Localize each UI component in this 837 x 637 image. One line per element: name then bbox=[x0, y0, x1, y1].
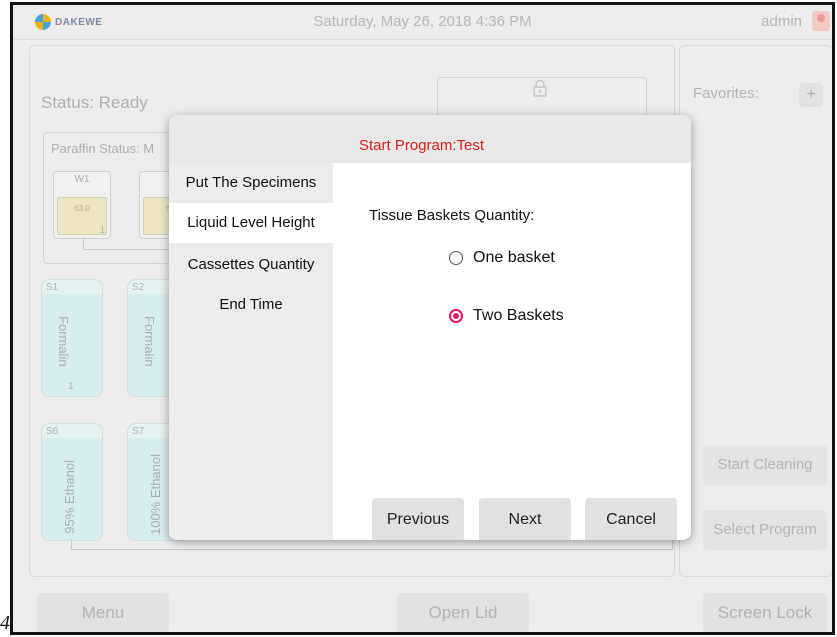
step-liquid-level-height[interactable]: Liquid Level Height bbox=[169, 203, 333, 243]
step-put-specimens[interactable]: Put The Specimens bbox=[169, 163, 333, 203]
bottle-count: 1 bbox=[68, 381, 74, 392]
pipe-connector bbox=[83, 237, 175, 250]
tank-count: 1 bbox=[99, 225, 105, 235]
bottle-reagent: 100% Ethanol bbox=[148, 454, 163, 535]
cancel-button[interactable]: Cancel bbox=[585, 498, 677, 540]
step-cassettes-quantity[interactable]: Cassettes Quantity bbox=[169, 245, 333, 285]
bottle-reagent: Formalin bbox=[142, 316, 157, 367]
lock-icon bbox=[533, 79, 547, 97]
bottle-reagent: Formalin bbox=[56, 316, 71, 367]
option-one-basket[interactable]: One basket bbox=[449, 249, 555, 267]
tank-value: 63.0 bbox=[74, 204, 90, 213]
status-label: Status: Ready bbox=[41, 93, 148, 112]
bottle-name: S6 bbox=[46, 426, 59, 437]
pipe-connector bbox=[71, 539, 673, 550]
previous-button[interactable]: Previous bbox=[372, 498, 464, 540]
next-button[interactable]: Next bbox=[479, 498, 571, 540]
datetime: Saturday, May 26, 2018 4:36 PM bbox=[313, 13, 532, 30]
bottle-reagent: 95% Ethanol bbox=[62, 460, 77, 534]
option-two-baskets[interactable]: Two Baskets bbox=[449, 307, 564, 325]
bottle-name: S1 bbox=[46, 282, 59, 293]
tank-name: W1 bbox=[74, 174, 90, 185]
bottle-name: S2 bbox=[132, 282, 145, 293]
option-label: Two Baskets bbox=[473, 307, 564, 324]
paraffin-status-label: Paraffin Status: M bbox=[51, 141, 155, 156]
option-label: One basket bbox=[473, 249, 555, 266]
radio-two-baskets[interactable] bbox=[449, 309, 463, 323]
favorites-label: Favorites: bbox=[693, 85, 759, 102]
screen-lock-button[interactable]: Screen Lock bbox=[703, 593, 827, 632]
step-list: Put The Specimens Liquid Level Height Ca… bbox=[169, 163, 333, 540]
baskets-quantity-label: Tissue Baskets Quantity: bbox=[369, 207, 535, 224]
top-bar: DAKEWE Saturday, May 26, 2018 4:36 PM ad… bbox=[13, 5, 832, 40]
paraffin-tank-w1: W1 63.0 1 bbox=[53, 171, 111, 239]
start-program-dialog: Start Program:Test Put The Specimens Liq… bbox=[169, 115, 691, 540]
step-end-time[interactable]: End Time bbox=[169, 285, 333, 325]
start-cleaning-button[interactable]: Start Cleaning bbox=[703, 445, 827, 485]
avatar[interactable] bbox=[812, 11, 830, 31]
bottle-name: S7 bbox=[132, 426, 145, 437]
reagent-bottle-s6[interactable]: S6 95% Ethanol bbox=[41, 423, 103, 541]
open-lid-button[interactable]: Open Lid bbox=[397, 593, 529, 632]
radio-one-basket[interactable] bbox=[449, 251, 463, 265]
select-program-button[interactable]: Select Program bbox=[703, 510, 827, 550]
dialog-header: Start Program:Test bbox=[169, 115, 691, 163]
user-name: admin bbox=[761, 13, 802, 30]
dialog-title: Start Program:Test bbox=[359, 137, 485, 154]
add-favorite-button[interactable]: + bbox=[799, 83, 823, 107]
app-window: DAKEWE Saturday, May 26, 2018 4:36 PM ad… bbox=[10, 2, 835, 635]
reagent-bottle-s1[interactable]: S1 Formalin 1 bbox=[41, 279, 103, 397]
menu-button[interactable]: Menu bbox=[37, 593, 169, 632]
right-panel bbox=[679, 45, 832, 577]
